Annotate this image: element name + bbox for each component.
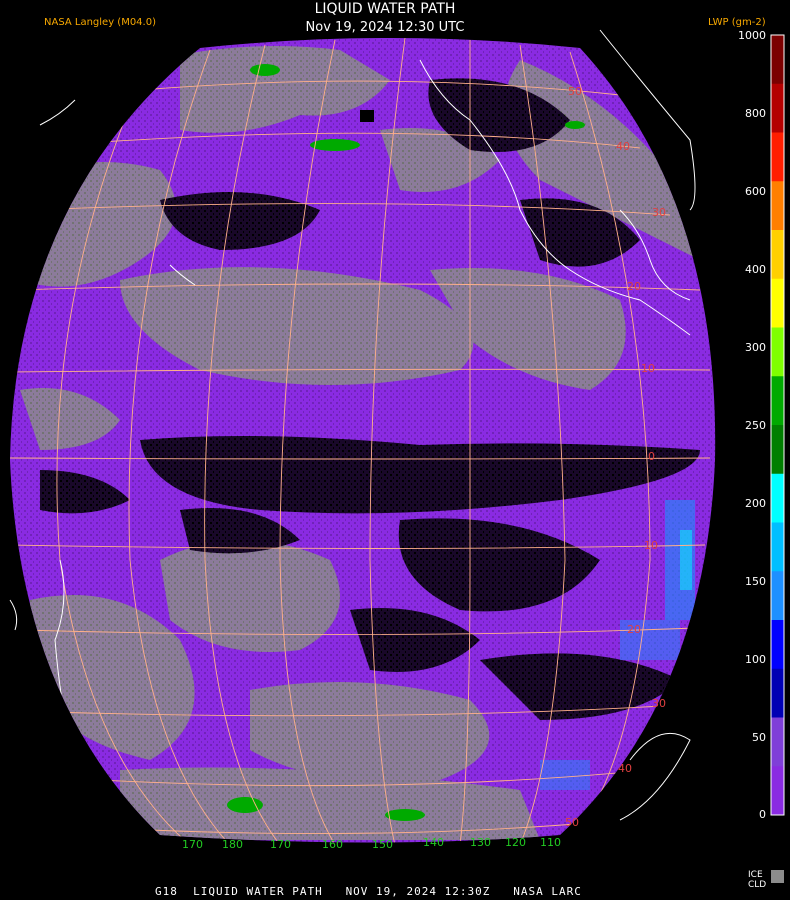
footer-caption: G18 LIQUID WATER PATH NOV 19, 2024 12:30… [155,885,582,898]
colorbar-tick: 400 [745,263,766,276]
ice-label: ICE [748,870,763,880]
lon-label: 160 [322,838,343,851]
colorbar-segment [771,230,784,280]
lon-label: 110 [540,836,561,849]
lon-label: 130 [470,836,491,849]
colorbar [770,34,785,816]
colorbar-segment [771,327,784,377]
colorbar-tick: 300 [745,341,766,354]
colorbar-segment [771,522,784,572]
colorbar-segment [771,278,784,328]
cld-label: CLD [748,880,767,890]
lat-label: 10 [644,539,658,552]
lon-label: 120 [505,836,526,849]
missing-data-block [360,110,374,122]
lat-label: 0 [648,450,655,463]
colorbar-tick: 800 [745,107,766,120]
lon-label: 150 [372,838,393,851]
colorbar-tick: 200 [745,497,766,510]
lat-label: 10 [641,362,655,375]
lat-label: 30 [652,206,666,219]
colorbar-segment [771,425,784,475]
colorbar-segment [771,717,784,767]
lat-label: 20 [627,280,641,293]
colorbar-segment [771,83,784,133]
earth-disk [10,38,716,843]
lat-label: 20 [627,623,641,636]
colorbar-tick: 100 [745,653,766,666]
colorbar-segment [771,620,784,670]
colorbar-tick: 150 [745,575,766,588]
lon-label: 140 [423,836,444,849]
colorbar-segment [771,571,784,621]
ice-cloud-swatch [771,870,784,883]
colorbar-tick: 50 [752,731,766,744]
lat-label: 40 [616,140,630,153]
colorbar-segment [771,376,784,426]
colorbar-tick: 600 [745,185,766,198]
colorbar-tick: 1000 [738,29,766,42]
lat-label: 40 [618,762,632,775]
colorbar-segment [771,35,784,85]
colorbar-tick: 250 [745,419,766,432]
lat-label: 50 [568,85,582,98]
lon-label: 170 [270,838,291,851]
lon-label: 170 [182,838,203,851]
colorbar-segment [771,181,784,231]
colorbar-segment [771,668,784,718]
longitude-labels: 170 180 170 160 150 140 130 120 110 [182,836,561,851]
colorbar-segment [771,766,784,816]
lon-label: 180 [222,838,243,851]
colorbar-segment [771,132,784,182]
lat-label: 50 [565,816,579,829]
colorbar-tick: 0 [759,808,766,821]
satellite-map: 50 40 30 20 10 0 10 20 30 40 50 170 180 … [9,29,785,883]
lat-label: 30 [652,697,666,710]
colorbar-segment [771,473,784,523]
